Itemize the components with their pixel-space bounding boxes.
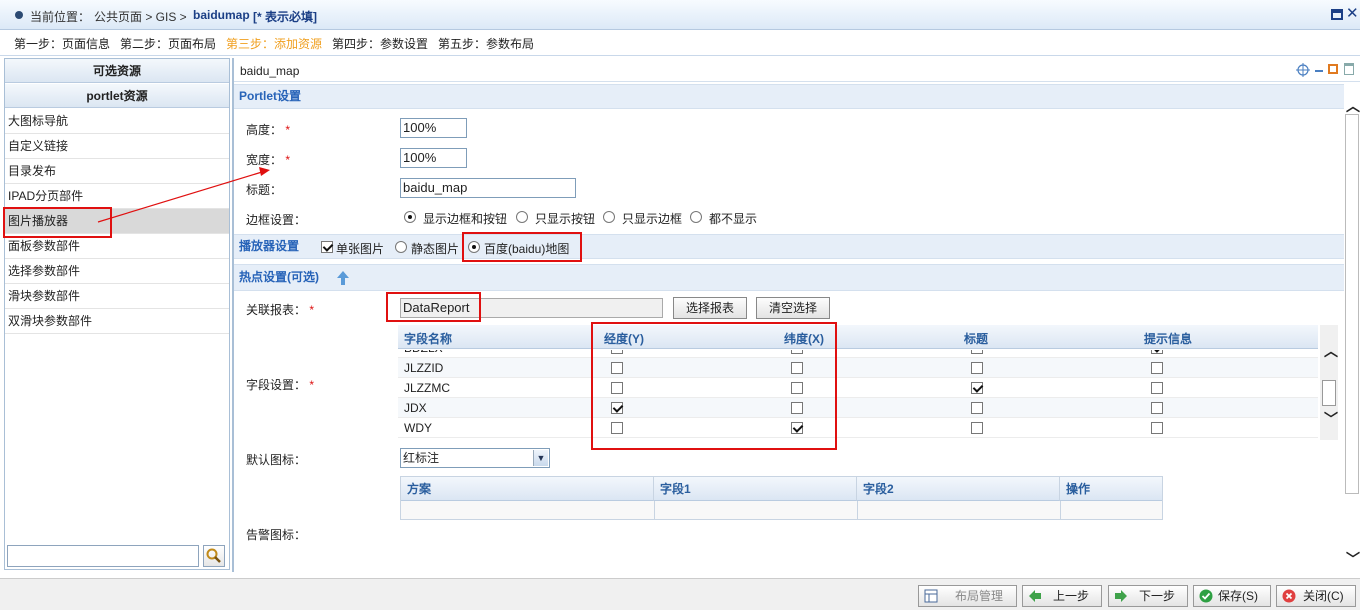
next-step-label: 下一步: [1139, 589, 1176, 603]
bottom-toolbar: 布局管理 上一步 下一步 保存(S) 关闭(C): [0, 578, 1360, 610]
next-step-button[interactable]: 下一步: [1108, 585, 1188, 607]
prev-step-button[interactable]: 上一步: [1022, 585, 1102, 607]
close-button[interactable]: 关闭(C): [1276, 585, 1356, 607]
next-arrow-icon: [1115, 590, 1127, 602]
layout-manage-button[interactable]: 布局管理: [918, 585, 1017, 607]
save-label: 保存(S): [1218, 589, 1258, 603]
layout-manage-label: 布局管理: [955, 589, 1004, 603]
save-check-icon: [1199, 589, 1213, 603]
prev-step-label: 上一步: [1053, 589, 1090, 603]
close-label: 关闭(C): [1303, 589, 1344, 603]
layout-icon: [924, 589, 938, 603]
save-button[interactable]: 保存(S): [1193, 585, 1271, 607]
close-icon: [1282, 589, 1296, 603]
prev-arrow-icon: [1029, 590, 1041, 602]
annotation-arrow: [97, 167, 270, 223]
